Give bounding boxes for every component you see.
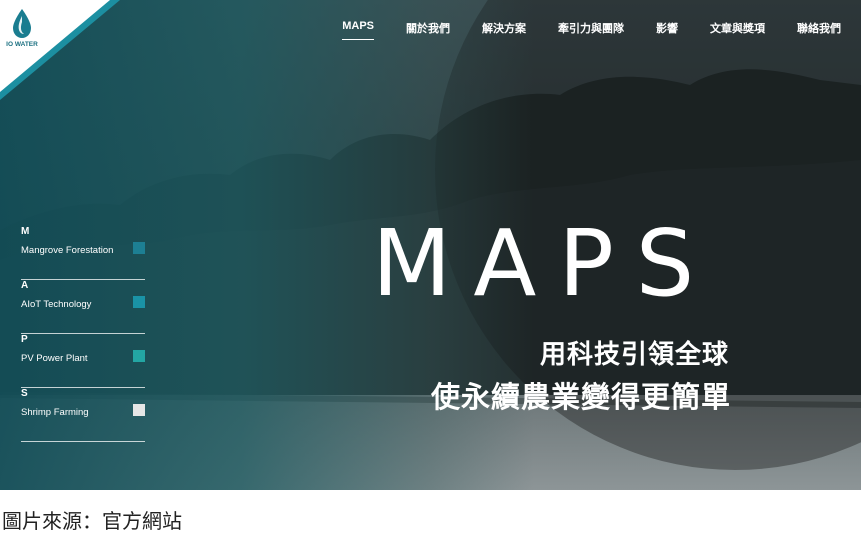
color-swatch: [133, 296, 145, 308]
color-swatch: [133, 350, 145, 362]
image-source-caption: 圖片來源：官方網站: [2, 509, 182, 533]
top-navigation: MAPS 關於我們 解決方案 牽引力與團隊 影響 文章與獎項 聯絡我們: [326, 20, 857, 40]
sidebar-item-pv[interactable]: P PV Power Plant: [21, 334, 145, 388]
hero-tagline-line-1: 用科技引領全球: [539, 340, 729, 370]
nav-item-about[interactable]: 關於我們: [390, 20, 466, 36]
sidebar-item-label: Shrimp Farming: [21, 407, 89, 418]
hero-tagline-line-2: 使永續農業變得更簡單: [430, 380, 731, 414]
nav-item-traction-team[interactable]: 牽引力與團隊: [542, 20, 640, 36]
logo-text: IO WATER: [6, 41, 38, 48]
water-drop-icon: [13, 9, 31, 38]
nav-item-solutions[interactable]: 解決方案: [466, 20, 542, 36]
hero-title: MAPS: [372, 210, 717, 317]
sidebar-item-label: AIoT Technology: [21, 299, 92, 310]
nav-item-articles-awards[interactable]: 文章與獎項: [694, 20, 781, 36]
sidebar-item-letter: M: [21, 226, 30, 237]
website-screenshot: IO WATER MAPS 關於我們 解決方案 牽引力與團隊 影響 文章與獎項 …: [0, 0, 861, 490]
nav-item-impact[interactable]: 影響: [640, 20, 694, 36]
color-swatch: [133, 404, 145, 416]
sidebar-item-shrimp[interactable]: S Shrimp Farming: [21, 388, 145, 442]
nav-item-contact[interactable]: 聯絡我們: [781, 20, 857, 36]
sidebar-item-letter: P: [21, 334, 28, 345]
sidebar-item-mangrove[interactable]: M Mangrove Forestation: [21, 226, 145, 280]
brand-logo[interactable]: IO WATER: [2, 8, 42, 48]
sidebar-item-label: Mangrove Forestation: [21, 245, 114, 256]
sidebar-item-aiot[interactable]: A AIoT Technology: [21, 280, 145, 334]
nav-item-maps[interactable]: MAPS: [326, 20, 390, 40]
color-swatch: [133, 242, 145, 254]
sidebar-item-label: PV Power Plant: [21, 353, 88, 364]
sidebar-item-letter: S: [21, 388, 28, 399]
maps-sidebar: M Mangrove Forestation A AIoT Technology…: [21, 226, 145, 442]
sidebar-item-letter: A: [21, 280, 29, 291]
